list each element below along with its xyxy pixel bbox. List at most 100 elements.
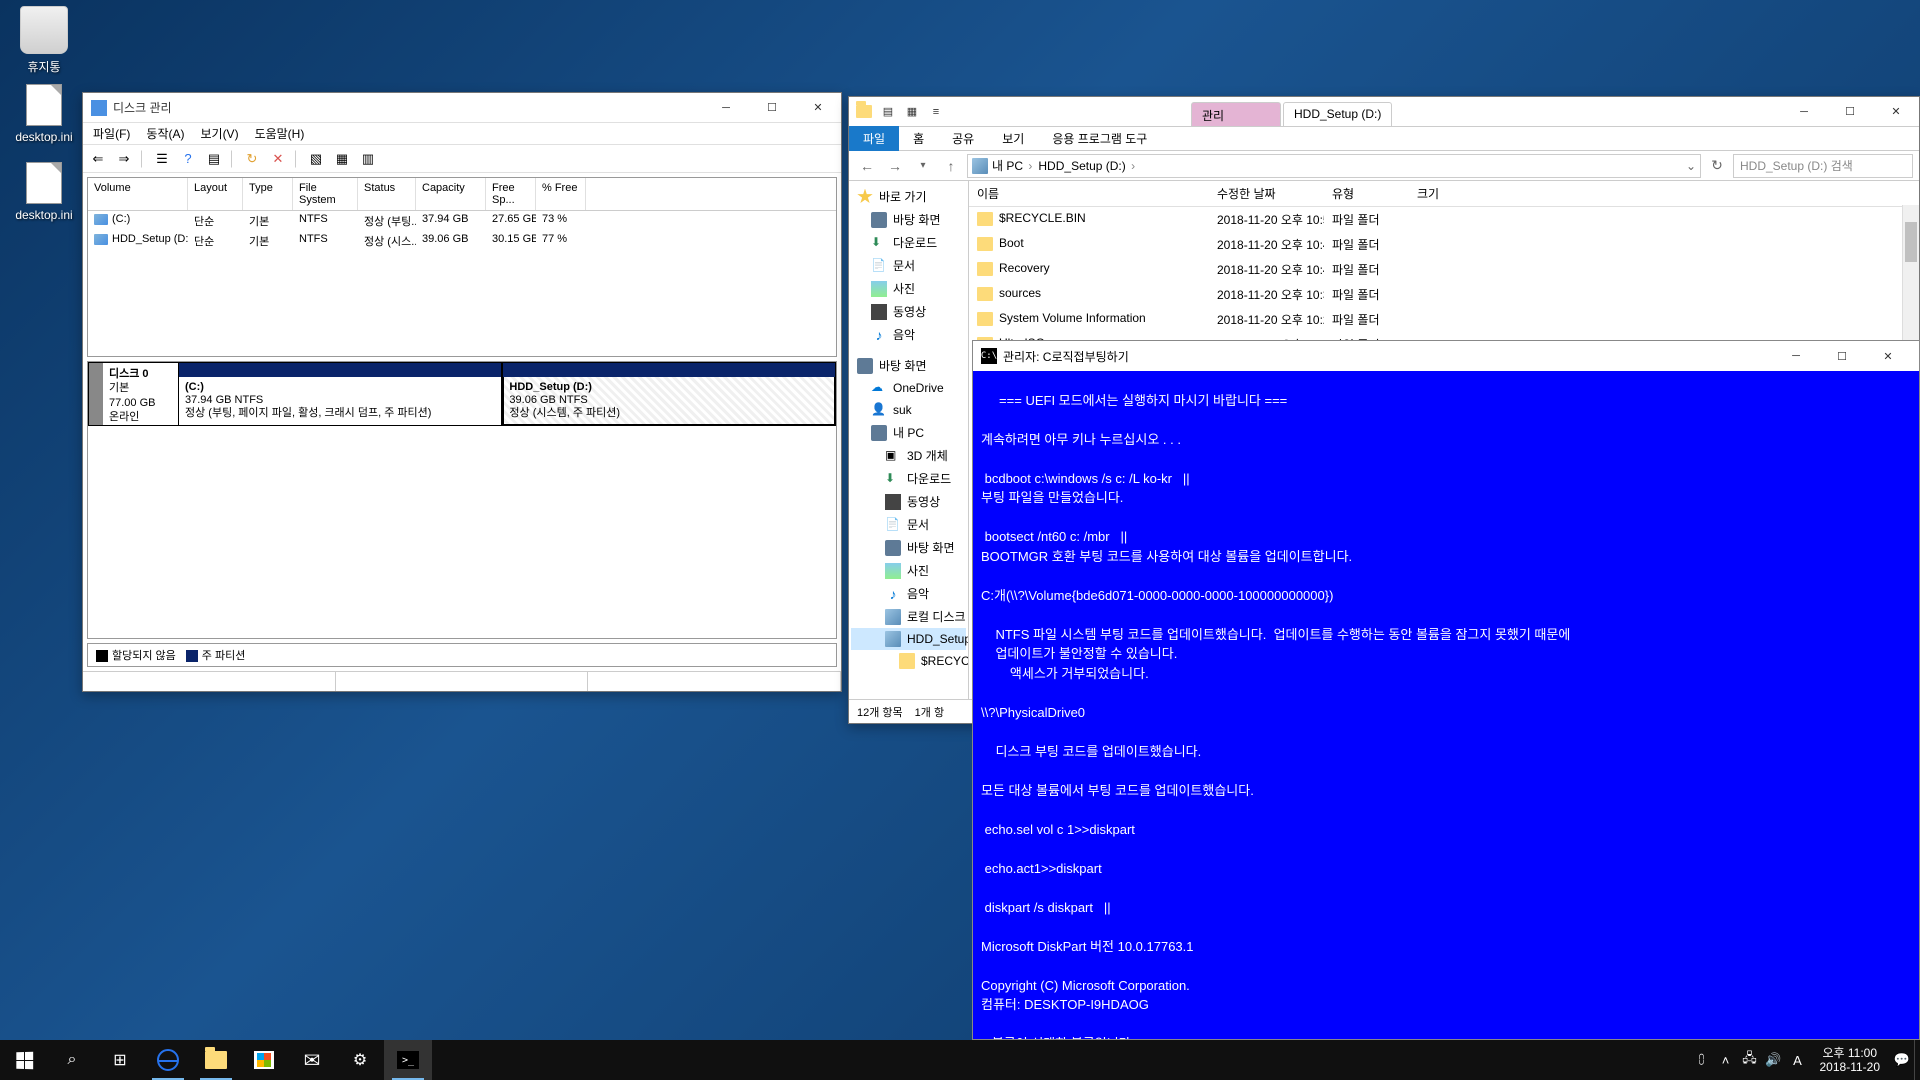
col-type[interactable]: 유형: [1324, 181, 1409, 206]
tray-ime-icon[interactable]: A: [1786, 1040, 1810, 1080]
toolbar-check-icon[interactable]: ▧: [305, 148, 327, 170]
col-type[interactable]: Type: [243, 178, 293, 210]
ribbon-context-manage[interactable]: 관리: [1191, 102, 1281, 126]
nav-forward-icon[interactable]: →: [883, 154, 907, 178]
qat-folder-icon[interactable]: [853, 101, 875, 123]
file-row[interactable]: sources2018-11-20 오후 10:31파일 폴더: [969, 282, 1919, 307]
tree-downloads[interactable]: ⬇다운로드: [851, 231, 966, 254]
volume-row[interactable]: (C:) 단순 기본 NTFS 정상 (부팅... 37.94 GB 27.65…: [88, 211, 836, 231]
nav-recent-icon[interactable]: ▾: [911, 154, 935, 178]
disk-label[interactable]: 디스크 0 기본 77.00 GB 온라인: [88, 362, 178, 426]
ribbon-file[interactable]: 파일: [849, 126, 899, 151]
ribbon-apps[interactable]: 응용 프로그램 도구: [1038, 126, 1161, 151]
cmd-titlebar[interactable]: C:\ 관리자: C로직접부팅하기 ─ ☐ ✕: [973, 341, 1919, 371]
search-button[interactable]: ⌕: [48, 1040, 96, 1080]
tray-notifications-icon[interactable]: 💬: [1890, 1040, 1914, 1080]
tree-3d[interactable]: ▣3D 개체: [851, 444, 966, 467]
tree-recycle-sub[interactable]: $RECYCLE.: [851, 650, 966, 672]
address-bar[interactable]: 내 PC HDD_Setup (D:) ⌄: [967, 154, 1701, 178]
col-pct[interactable]: % Free: [536, 178, 586, 210]
minimize-button[interactable]: ─: [703, 93, 749, 122]
file-row[interactable]: Boot2018-11-20 오후 10:44파일 폴더: [969, 232, 1919, 257]
disk-management-window[interactable]: 디스크 관리 ─ ☐ ✕ 파일(F) 동작(A) 보기(V) 도움말(H) ⇐ …: [82, 92, 842, 692]
tree-desktop[interactable]: 바탕 화면: [851, 208, 966, 231]
col-fs[interactable]: File System: [293, 178, 358, 210]
col-layout[interactable]: Layout: [188, 178, 243, 210]
breadcrumb-pc[interactable]: 내 PC: [992, 157, 1034, 174]
maximize-button[interactable]: ☐: [1819, 341, 1865, 371]
tray-volume-icon[interactable]: 🔊: [1762, 1040, 1786, 1080]
toolbar-help-icon[interactable]: ?: [177, 148, 199, 170]
taskbar-store[interactable]: [240, 1040, 288, 1080]
minimize-button[interactable]: ─: [1781, 97, 1827, 126]
search-input[interactable]: HDD_Setup (D:) 검색: [1733, 154, 1913, 178]
start-button[interactable]: [0, 1040, 48, 1080]
file-row[interactable]: Recovery2018-11-20 오후 10:45파일 폴더: [969, 257, 1919, 282]
toolbar-view-icon[interactable]: ▤: [203, 148, 225, 170]
ribbon-share[interactable]: 공유: [938, 126, 988, 151]
maximize-button[interactable]: ☐: [749, 93, 795, 122]
tree-quick-access[interactable]: 바로 가기: [851, 185, 966, 208]
tree-cdrive[interactable]: 로컬 디스크: [851, 605, 966, 628]
explorer-titlebar[interactable]: ▤ ▦ ≡ 관리 HDD_Setup (D:) ─ ☐ ✕: [849, 97, 1919, 127]
minimize-button[interactable]: ─: [1773, 341, 1819, 371]
tray-network-icon[interactable]: 🖧: [1738, 1040, 1762, 1080]
toolbar-refresh-icon[interactable]: ↻: [241, 148, 263, 170]
taskbar-mail[interactable]: ✉: [288, 1040, 336, 1080]
menu-file[interactable]: 파일(F): [87, 123, 136, 144]
close-button[interactable]: ✕: [795, 93, 841, 122]
cmd-window[interactable]: C:\ 관리자: C로직접부팅하기 ─ ☐ ✕ === UEFI 모드에서는 실…: [972, 340, 1920, 1040]
col-size[interactable]: 크기: [1409, 181, 1479, 206]
nav-back-icon[interactable]: ←: [855, 154, 879, 178]
menu-view[interactable]: 보기(V): [194, 123, 244, 144]
desktop-ini-2[interactable]: desktop.ini: [6, 162, 82, 222]
tree-desktop3[interactable]: 바탕 화면: [851, 536, 966, 559]
toolbar-delete-icon[interactable]: ✕: [267, 148, 289, 170]
nav-refresh-icon[interactable]: ↻: [1705, 154, 1729, 178]
qat-new-icon[interactable]: ▦: [901, 101, 923, 123]
maximize-button[interactable]: ☐: [1827, 97, 1873, 126]
col-name[interactable]: 이름: [969, 181, 1209, 206]
taskbar-cmd[interactable]: >_: [384, 1040, 432, 1080]
col-date[interactable]: 수정한 날짜: [1209, 181, 1324, 206]
volume-row[interactable]: HDD_Setup (D:) 단순 기본 NTFS 정상 (시스... 39.0…: [88, 231, 836, 251]
tree-pictures2[interactable]: 사진: [851, 559, 966, 582]
col-capacity[interactable]: Capacity: [416, 178, 486, 210]
partition-d[interactable]: HDD_Setup (D:) 39.06 GB NTFS 정상 (시스템, 주 …: [502, 362, 836, 426]
toolbar-scheme-icon[interactable]: ▥: [357, 148, 379, 170]
cmd-output[interactable]: === UEFI 모드에서는 실행하지 마시기 바랍니다 === 계속하려면 아…: [973, 371, 1919, 1039]
col-status[interactable]: Status: [358, 178, 416, 210]
tree-downloads2[interactable]: ⬇다운로드: [851, 467, 966, 490]
tray-people-icon[interactable]: ⩇: [1690, 1040, 1714, 1080]
toolbar-back-icon[interactable]: ⇐: [87, 148, 109, 170]
address-dropdown-icon[interactable]: ⌄: [1686, 159, 1696, 173]
taskview-button[interactable]: ⊞: [96, 1040, 144, 1080]
toolbar-forward-icon[interactable]: ⇒: [113, 148, 135, 170]
menu-action[interactable]: 동작(A): [140, 123, 190, 144]
desktop-ini-1[interactable]: desktop.ini: [6, 84, 82, 144]
col-free[interactable]: Free Sp...: [486, 178, 536, 210]
menu-help[interactable]: 도움말(H): [249, 123, 311, 144]
tree-desktop-root[interactable]: 바탕 화면: [851, 354, 966, 377]
tree-onedrive[interactable]: ☁OneDrive: [851, 377, 966, 399]
tree-documents2[interactable]: 📄문서: [851, 513, 966, 536]
ribbon-view[interactable]: 보기: [988, 126, 1038, 151]
tree-music2[interactable]: ♪음악: [851, 582, 966, 605]
nav-up-icon[interactable]: ↑: [939, 154, 963, 178]
col-volume[interactable]: Volume: [88, 178, 188, 210]
tree-thispc[interactable]: 내 PC: [851, 421, 966, 444]
taskbar-edge[interactable]: [144, 1040, 192, 1080]
toolbar-new-icon[interactable]: ▦: [331, 148, 353, 170]
tree-videos[interactable]: 동영상: [851, 300, 966, 323]
tree-pictures[interactable]: 사진: [851, 277, 966, 300]
taskbar-clock[interactable]: 오후 11:00 2018-11-20: [1810, 1046, 1891, 1075]
show-desktop-button[interactable]: [1914, 1040, 1920, 1080]
qat-dropdown-icon[interactable]: ≡: [925, 101, 947, 123]
partition-c[interactable]: (C:) 37.94 GB NTFS 정상 (부팅, 페이지 파일, 활성, 크…: [178, 362, 502, 426]
ribbon-home[interactable]: 홈: [899, 126, 938, 151]
tree-videos2[interactable]: 동영상: [851, 490, 966, 513]
close-button[interactable]: ✕: [1865, 341, 1911, 371]
file-row[interactable]: $RECYCLE.BIN2018-11-20 오후 10:59파일 폴더: [969, 207, 1919, 232]
tree-music[interactable]: ♪음악: [851, 323, 966, 346]
taskbar-settings[interactable]: ⚙: [336, 1040, 384, 1080]
